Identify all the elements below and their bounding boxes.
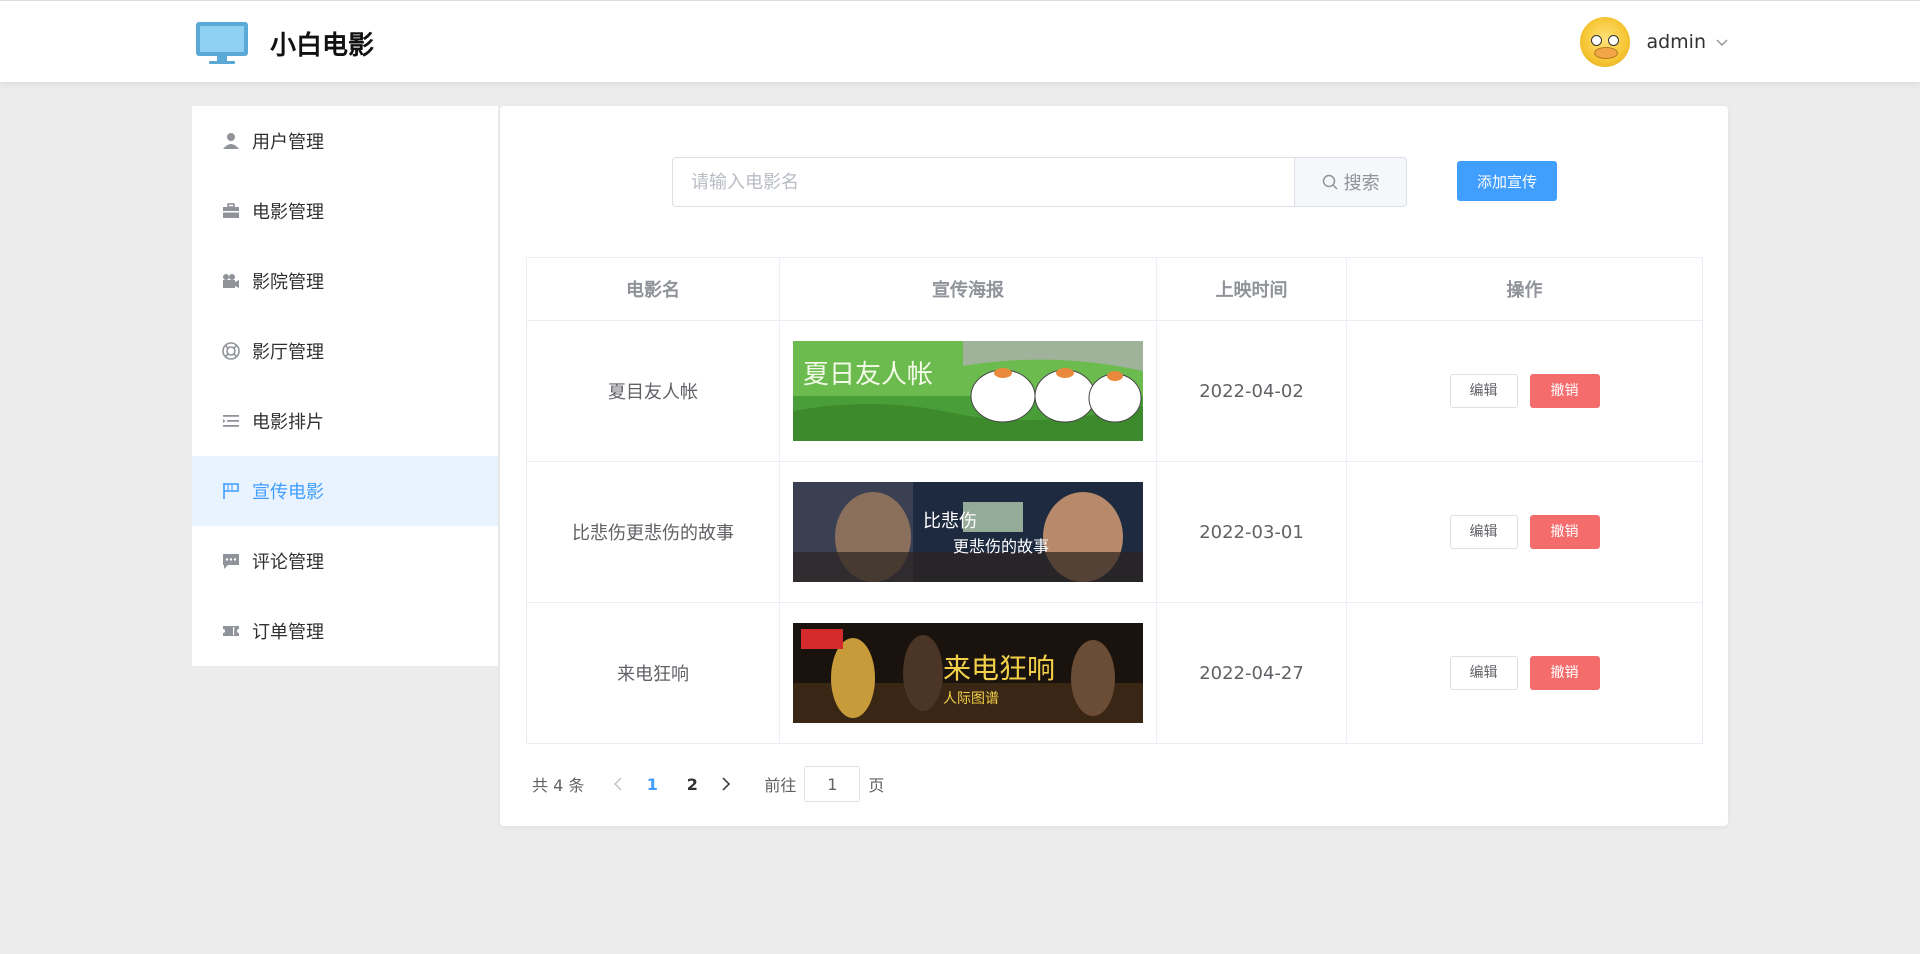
lifebuoy-icon bbox=[222, 342, 240, 360]
revoke-button[interactable]: 撤销 bbox=[1529, 656, 1600, 690]
poster-cell: 比悲伤 更悲伤的故事 bbox=[779, 461, 1157, 603]
column-header-release-date: 上映时间 bbox=[1156, 257, 1347, 321]
page-number[interactable]: 2 bbox=[672, 775, 712, 794]
promo-poster-image: 夏日友人帐 bbox=[793, 341, 1143, 441]
next-page-button[interactable] bbox=[712, 769, 740, 799]
camera-icon bbox=[223, 274, 239, 288]
actions-cell: 编辑 撤销 bbox=[1346, 461, 1703, 603]
movie-name-cell: 比悲伤更悲伤的故事 bbox=[526, 461, 780, 603]
column-header-movie-name: 电影名 bbox=[526, 257, 780, 321]
svg-text:比悲伤: 比悲伤 bbox=[923, 511, 977, 532]
search-bar: 搜索 bbox=[672, 157, 1407, 207]
promo-poster-image: 比悲伤 更悲伤的故事 bbox=[793, 482, 1143, 582]
sidebar-item-orders[interactable]: 订单管理 bbox=[192, 596, 498, 666]
table-header-row: 电影名 宣传海报 上映时间 操作 bbox=[526, 257, 1703, 321]
sidebar-item-schedule[interactable]: 电影排片 bbox=[192, 386, 498, 456]
top-header: 小白电影 admin bbox=[0, 0, 1920, 82]
search-input[interactable] bbox=[672, 157, 1296, 207]
indent-list-icon bbox=[223, 415, 239, 427]
sidebar-item-label: 电影管理 bbox=[252, 202, 324, 223]
chevron-down-icon[interactable] bbox=[1716, 36, 1728, 48]
sidebar-item-movies[interactable]: 电影管理 bbox=[192, 176, 498, 246]
revoke-button[interactable]: 撤销 bbox=[1529, 515, 1600, 549]
svg-text:更悲伤的故事: 更悲伤的故事 bbox=[953, 537, 1049, 556]
movie-name-cell: 夏目友人帐 bbox=[526, 320, 780, 462]
sidebar-item-label: 宣传电影 bbox=[252, 482, 324, 503]
sidebar-item-halls[interactable]: 影厅管理 bbox=[192, 316, 498, 386]
ticket-icon bbox=[223, 626, 239, 636]
chevron-right-icon bbox=[722, 777, 731, 791]
site-title: 小白电影 bbox=[270, 31, 375, 61]
goto-page-input[interactable] bbox=[804, 766, 861, 802]
page-number[interactable]: 1 bbox=[632, 775, 672, 794]
add-promotion-button[interactable]: 添加宣传 bbox=[1457, 161, 1557, 201]
revoke-button[interactable]: 撤销 bbox=[1529, 374, 1600, 408]
sidebar-item-label: 影厅管理 bbox=[252, 342, 324, 363]
svg-text:人际图谱: 人际图谱 bbox=[943, 691, 999, 707]
sidebar-item-label: 用户管理 bbox=[252, 132, 324, 153]
actions-cell: 编辑 撤销 bbox=[1346, 320, 1703, 462]
pagination: 共 4 条 1 2 前往 页 bbox=[532, 766, 884, 802]
comment-icon bbox=[223, 554, 239, 569]
column-header-actions: 操作 bbox=[1346, 257, 1703, 321]
table-row: 夏目友人帐 夏日友人帐 2022-04-02 编辑 撤销 bbox=[526, 320, 1703, 462]
prev-page-button[interactable] bbox=[604, 769, 632, 799]
edit-button[interactable]: 编辑 bbox=[1449, 515, 1518, 549]
user-menu[interactable]: admin bbox=[1580, 17, 1728, 67]
goto-label: 前往 bbox=[764, 776, 797, 795]
sidebar-item-label: 影院管理 bbox=[252, 272, 324, 293]
sidebar-item-label: 评论管理 bbox=[252, 552, 324, 573]
release-date-cell: 2022-04-02 bbox=[1156, 320, 1347, 462]
user-icon bbox=[223, 133, 239, 149]
search-button-label: 搜索 bbox=[1343, 173, 1380, 194]
sidebar-item-cinemas[interactable]: 影院管理 bbox=[192, 246, 498, 316]
sidebar-item-users[interactable]: 用户管理 bbox=[192, 106, 498, 176]
svg-text:夏日友人帐: 夏日友人帐 bbox=[803, 360, 933, 390]
avatar[interactable] bbox=[1580, 17, 1631, 67]
page-suffix-label: 页 bbox=[868, 776, 885, 795]
briefcase-icon bbox=[223, 203, 239, 218]
release-date-cell: 2022-04-27 bbox=[1156, 602, 1347, 744]
main-panel: 搜索 添加宣传 电影名 宣传海报 上映时间 操作 夏目友人帐 bbox=[500, 106, 1728, 826]
sidebar-item-comments[interactable]: 评论管理 bbox=[192, 526, 498, 596]
promo-poster-image: 来电狂响 人际图谱 bbox=[793, 623, 1143, 723]
search-icon bbox=[1322, 174, 1338, 190]
table-row: 比悲伤更悲伤的故事 比悲伤 更悲伤的故事 2022-03-01 编辑 撤销 bbox=[526, 461, 1703, 603]
svg-text:来电狂响: 来电狂响 bbox=[943, 652, 1055, 685]
poster-cell: 来电狂响 人际图谱 bbox=[779, 602, 1157, 744]
search-button[interactable]: 搜索 bbox=[1295, 157, 1407, 207]
chevron-left-icon bbox=[614, 777, 622, 791]
edit-button[interactable]: 编辑 bbox=[1449, 374, 1518, 408]
sidebar-item-label: 订单管理 bbox=[252, 622, 324, 643]
total-count: 共 4 条 bbox=[532, 776, 585, 795]
edit-button[interactable]: 编辑 bbox=[1449, 656, 1518, 690]
actions-cell: 编辑 撤销 bbox=[1346, 602, 1703, 744]
sidebar-item-promotion[interactable]: 宣传电影 bbox=[192, 456, 498, 526]
table-row: 来电狂响 来电狂响 人际图谱 2022-04-27 编辑 撤销 bbox=[526, 602, 1703, 744]
username[interactable]: admin bbox=[1646, 31, 1706, 53]
promotion-table: 电影名 宣传海报 上映时间 操作 夏目友人帐 夏日友人帐 2022-04-02 … bbox=[526, 257, 1703, 744]
column-header-poster: 宣传海报 bbox=[779, 257, 1157, 321]
sidebar-item-label: 电影排片 bbox=[252, 412, 324, 433]
sidebar: 用户管理 电影管理 影院管理 影厅管理 电影排片 宣传电影 评论管理 订单管理 bbox=[192, 106, 498, 666]
release-date-cell: 2022-03-01 bbox=[1156, 461, 1347, 603]
monitor-logo-icon bbox=[196, 22, 248, 64]
flag-icon bbox=[223, 483, 239, 499]
poster-cell: 夏日友人帐 bbox=[779, 320, 1157, 462]
movie-name-cell: 来电狂响 bbox=[526, 602, 780, 744]
